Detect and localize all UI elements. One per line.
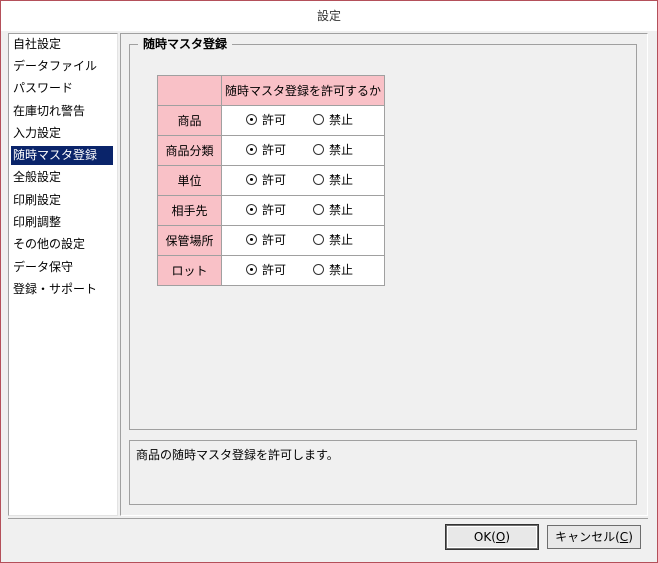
column-header-allow-registration: 随時マスタ登録を許可するか [221,75,385,106]
partner-deny-radio[interactable]: 禁止 [313,204,353,217]
sidebar-item-password[interactable]: パスワード [11,79,73,98]
sidebar-item-adhoc-master-registration[interactable]: 随時マスタ登録 [11,146,113,165]
table-row: 相手先 許可 禁止 [157,195,385,226]
row-label-lot: ロット [157,255,222,286]
ok-button[interactable]: OK(O) [446,525,538,549]
window-title: 設定 [1,1,657,31]
row-label-storage-location: 保管場所 [157,225,222,256]
sidebar-item-general-settings[interactable]: 全般設定 [11,168,61,187]
partner-allow-radio[interactable]: 許可 [246,204,286,217]
sidebar-item-registration-support[interactable]: 登録・サポート [11,280,97,299]
sidebar-item-data-maintenance[interactable]: データ保守 [11,258,73,277]
lot-allow-radio[interactable]: 許可 [246,264,286,277]
storage-location-deny-radio[interactable]: 禁止 [313,234,353,247]
table-row: 単位 許可 禁止 [157,165,385,196]
product-category-allow-radio[interactable]: 許可 [246,144,286,157]
sidebar-item-other-settings[interactable]: その他の設定 [11,235,85,254]
unit-deny-radio[interactable]: 禁止 [313,174,353,187]
table-row: 商品分類 許可 禁止 [157,135,385,166]
sidebar-item-stock-warning[interactable]: 在庫切れ警告 [11,102,85,121]
cancel-button[interactable]: キャンセル(C) [547,525,641,549]
registration-permission-table: 随時マスタ登録を許可するか 商品 許可 禁止 商品分類 許可 禁止 単位 許可 … [157,75,385,286]
unit-allow-radio[interactable]: 許可 [246,174,286,187]
settings-category-list[interactable]: 自社設定 データファイル パスワード 在庫切れ警告 入力設定 随時マスタ登録 全… [8,33,118,516]
lot-deny-radio[interactable]: 禁止 [313,264,353,277]
table-corner-cell [157,75,222,106]
row-label-partner: 相手先 [157,195,222,226]
groupbox-title: 随時マスタ登録 [138,36,233,52]
row-label-unit: 単位 [157,165,222,196]
table-row: 商品 許可 禁止 [157,105,385,136]
footer-divider [8,518,648,519]
sidebar-item-data-file[interactable]: データファイル [11,57,97,76]
description-box: 商品の随時マスタ登録を許可します。 [129,440,637,505]
table-row: ロット 許可 禁止 [157,255,385,286]
product-allow-radio[interactable]: 許可 [246,114,286,127]
table-row: 保管場所 許可 禁止 [157,225,385,256]
product-deny-radio[interactable]: 禁止 [313,114,353,127]
storage-location-allow-radio[interactable]: 許可 [246,234,286,247]
sidebar-item-company-settings[interactable]: 自社設定 [11,35,61,54]
row-label-product-category: 商品分類 [157,135,222,166]
row-label-product: 商品 [157,105,222,136]
sidebar-item-print-settings[interactable]: 印刷設定 [11,191,61,210]
product-category-deny-radio[interactable]: 禁止 [313,144,353,157]
sidebar-item-print-adjustment[interactable]: 印刷調整 [11,213,61,232]
description-text: 商品の随時マスタ登録を許可します。 [136,448,339,462]
sidebar-item-input-settings[interactable]: 入力設定 [11,124,61,143]
